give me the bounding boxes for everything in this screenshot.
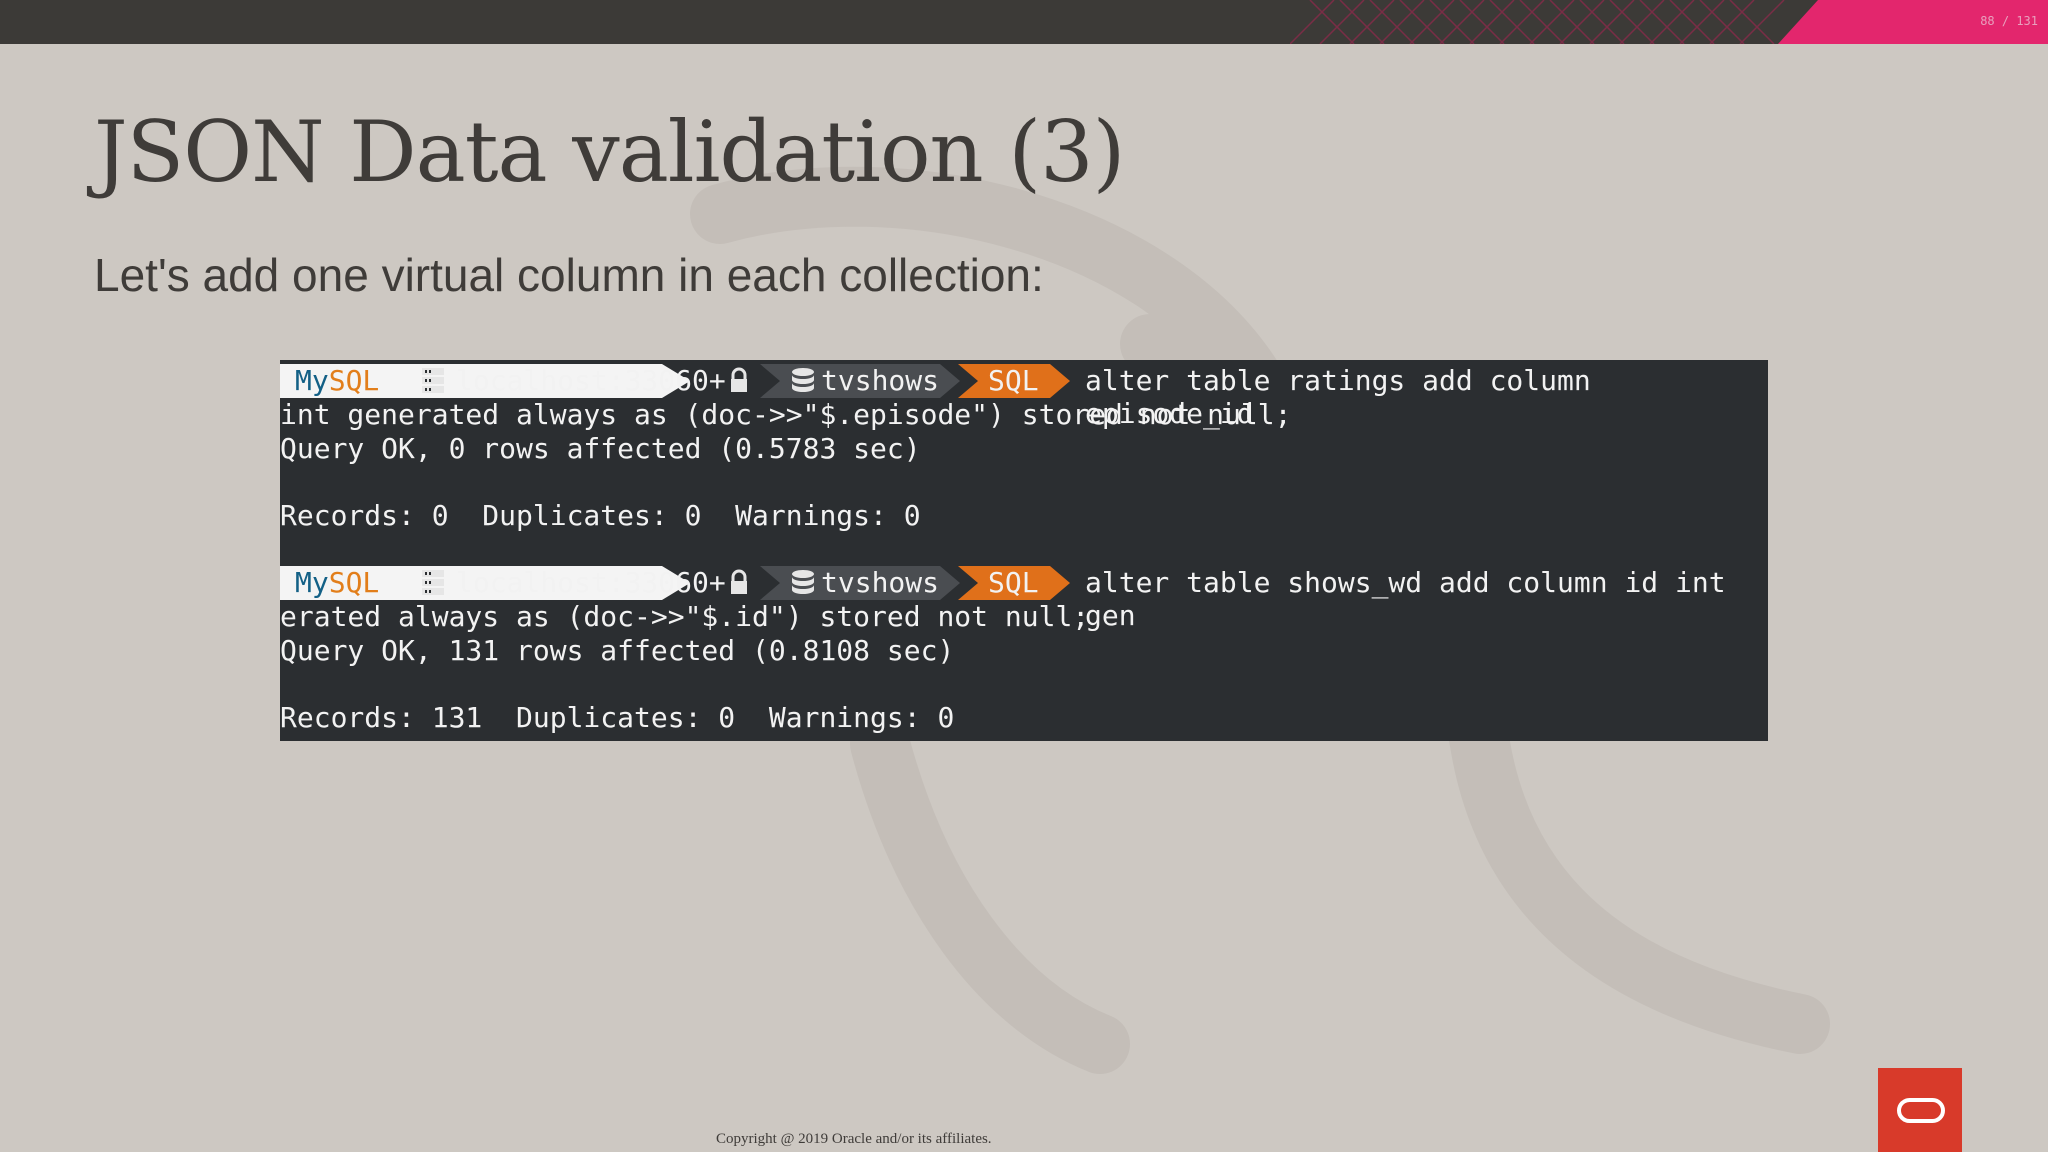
slide-title: JSON Data validation (3) xyxy=(94,103,1125,201)
mode-label: SQL xyxy=(988,364,1039,397)
command-continuation: int generated always as (doc->>"$.episod… xyxy=(280,398,1292,431)
schema-label: tvshows xyxy=(821,566,940,599)
host-label: localhost:33060+ xyxy=(456,364,726,397)
mysql-label: MySQL xyxy=(295,364,380,397)
mode-label: SQL xyxy=(988,566,1039,599)
decorative-pattern xyxy=(1290,0,1785,44)
server-icon xyxy=(422,368,444,393)
oracle-ring-icon xyxy=(1897,1098,1945,1123)
lock-icon xyxy=(731,569,747,594)
mysql-label: MySQL xyxy=(295,566,380,599)
records-summary: Records: 131 Duplicates: 0 Warnings: 0 xyxy=(280,701,955,734)
database-icon xyxy=(792,570,814,594)
prompt-line: MySQL localhost:33060+ tvshows SQL alter… xyxy=(280,364,1768,430)
schema-label: tvshows xyxy=(821,364,940,397)
host-label: localhost:33060+ xyxy=(456,566,726,599)
prompt-line: MySQL localhost:33060+ tvshows SQL alter… xyxy=(280,566,1768,632)
query-result: Query OK, 0 rows affected (0.5783 sec) xyxy=(280,432,921,465)
server-icon xyxy=(422,570,444,595)
top-bar: 88 / 131 xyxy=(0,0,2048,44)
query-result: Query OK, 131 rows affected (0.8108 sec) xyxy=(280,634,955,667)
lock-icon xyxy=(731,367,747,392)
oracle-logo xyxy=(1878,1068,1962,1152)
database-icon xyxy=(792,368,814,392)
records-summary: Records: 0 Duplicates: 0 Warnings: 0 xyxy=(280,499,921,532)
copyright-footer: Copyright @ 2019 Oracle and/or its affil… xyxy=(716,1131,992,1147)
slide-number: 88 / 131 xyxy=(1980,14,2038,28)
slide-subtitle: Let's add one virtual column in each col… xyxy=(94,249,1044,301)
command-text: alter table shows_wd add column id int g… xyxy=(1085,566,1726,632)
command-continuation: erated always as (doc->>"$.id") stored n… xyxy=(280,600,1090,633)
terminal-window[interactable]: MySQL localhost:33060+ tvshows SQL alter… xyxy=(280,360,1768,741)
